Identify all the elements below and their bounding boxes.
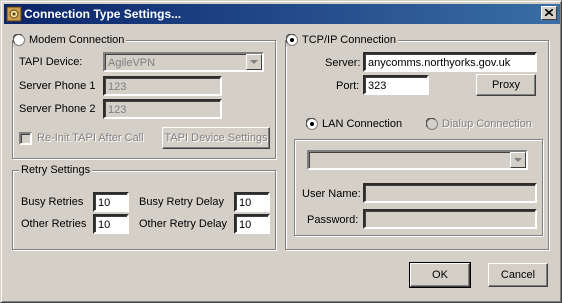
modem-connection-label[interactable]: Modem Connection	[29, 33, 124, 47]
port-input[interactable]: 323	[363, 75, 429, 95]
gear-app-icon	[6, 6, 22, 22]
chevron-down-icon[interactable]	[246, 54, 262, 70]
modem-connection-radio[interactable]	[13, 34, 25, 46]
password-label: Password:	[307, 214, 359, 226]
server-input[interactable]: anycomms.northyorks.gov.uk	[363, 52, 537, 72]
busy-retry-delay-input[interactable]: 10	[234, 192, 270, 212]
server-phone1-label: Server Phone 1	[19, 80, 96, 92]
proxy-button[interactable]: Proxy	[476, 74, 536, 96]
tcpip-connection-group: TCP/IP Connection Server: anycomms.north…	[285, 33, 549, 250]
tcpip-connection-legend: TCP/IP Connection	[286, 33, 398, 47]
lan-connection-radio[interactable]	[306, 118, 318, 130]
close-icon	[545, 9, 553, 16]
busy-retry-delay-label: Busy Retry Delay	[139, 196, 224, 208]
tapi-device-settings-button[interactable]: TAPI Device Settings	[162, 127, 270, 149]
window-title: Connection Type Settings...	[24, 7, 182, 21]
tapi-device-value: AgileVPN	[108, 57, 156, 69]
tcpip-connection-radio[interactable]	[286, 34, 298, 46]
other-retry-delay-label: Other Retry Delay	[139, 218, 228, 230]
reinit-tapi-checkbox[interactable]	[19, 132, 32, 145]
tapi-device-select[interactable]: AgileVPN	[103, 52, 264, 72]
username-input[interactable]	[363, 183, 537, 203]
reinit-tapi-label: Re-Init TAPI After Call	[37, 132, 144, 144]
close-button[interactable]	[541, 6, 557, 20]
title-bar[interactable]: Connection Type Settings...	[4, 4, 560, 24]
dialup-connection-label[interactable]: Dialup Connection	[442, 117, 532, 131]
ok-button[interactable]: OK	[409, 262, 471, 288]
other-retries-label: Other Retries	[21, 218, 87, 230]
retry-settings-legend: Retry Settings	[19, 163, 93, 177]
tapi-device-label: TAPI Device:	[19, 56, 83, 68]
server-label: Server:	[325, 57, 361, 69]
dialup-settings-frame: User Name: Password:	[294, 139, 543, 236]
busy-retries-label: Busy Retries	[21, 196, 84, 208]
port-label: Port:	[336, 80, 360, 92]
retry-settings-group: Retry Settings Busy Retries 10 Busy Retr…	[12, 163, 276, 250]
chevron-down-icon[interactable]	[510, 152, 526, 168]
busy-retries-input[interactable]: 10	[93, 192, 129, 212]
connection-type-dialog: Connection Type Settings... Modem Connec…	[0, 0, 562, 303]
cancel-button[interactable]: Cancel	[488, 263, 548, 287]
tcpip-connection-label[interactable]: TCP/IP Connection	[302, 33, 396, 47]
password-input[interactable]	[363, 209, 537, 229]
server-phone2-input[interactable]: 123	[103, 99, 222, 119]
other-retries-input[interactable]: 10	[93, 214, 129, 234]
dialup-connection-radio[interactable]	[426, 118, 438, 130]
other-retry-delay-input[interactable]: 10	[234, 214, 270, 234]
server-phone2-label: Server Phone 2	[19, 103, 96, 115]
username-label: User Name:	[302, 188, 361, 200]
server-phone1-input[interactable]: 123	[103, 76, 222, 96]
modem-connection-group: Modem Connection TAPI Device: AgileVPN S…	[12, 33, 276, 159]
modem-connection-legend: Modem Connection	[13, 33, 127, 47]
lan-connection-label[interactable]: LAN Connection	[322, 117, 402, 131]
dialup-entry-select[interactable]	[307, 150, 528, 170]
